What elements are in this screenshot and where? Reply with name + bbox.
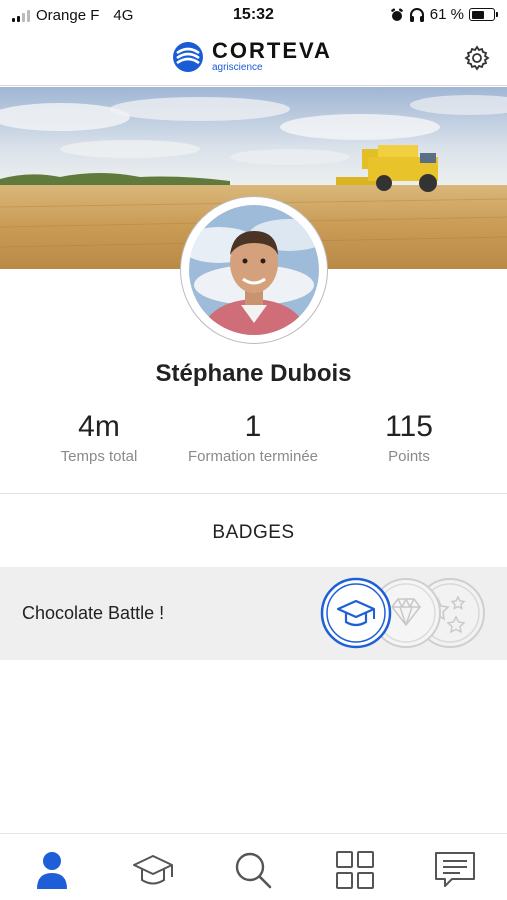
profile-stats: 4m Temps total 1 Formation terminée 115 …: [0, 410, 507, 470]
battery-icon: [469, 8, 498, 21]
stat-value: 4m: [78, 410, 120, 443]
headphones-icon: [409, 7, 424, 22]
stat-completed-training: 1 Formation terminée: [168, 410, 338, 465]
stat-value: 1: [244, 410, 262, 443]
logo-name: CORTEVA: [212, 38, 332, 63]
alarm-icon: [390, 7, 403, 21]
nav-training[interactable]: [131, 848, 175, 892]
corteva-logo-icon: [173, 41, 203, 72]
user-name: Stéphane Dubois: [155, 360, 352, 387]
badge-name: Chocolate Battle !: [22, 603, 165, 623]
badge-row[interactable]: Chocolate Battle !: [0, 567, 507, 660]
stat-label: Formation terminée: [187, 448, 319, 465]
stat-total-time: 4m Temps total: [14, 410, 184, 465]
logo-subtitle: agriscience: [212, 62, 263, 73]
stat-label: Temps total: [60, 448, 138, 465]
avatar-ring: [180, 196, 328, 344]
search-icon: [235, 852, 272, 889]
bottom-nav: [0, 833, 507, 900]
status-right: 61 %: [390, 6, 498, 23]
app-header: CORTEVA agriscience: [0, 32, 507, 86]
nav-messages[interactable]: [433, 848, 477, 892]
settings-button[interactable]: [463, 44, 491, 72]
profile-icon: [37, 852, 67, 889]
gear-icon: [464, 45, 490, 71]
avatar[interactable]: [189, 205, 319, 335]
divider: [0, 493, 507, 494]
nav-profile[interactable]: [30, 848, 74, 892]
battery-percent: 61 %: [429, 6, 464, 23]
messages-icon: [435, 852, 475, 887]
graduation-cap-icon: [320, 577, 392, 649]
stat-value: 115: [385, 410, 433, 443]
stat-label: Points: [388, 448, 430, 465]
grid-icon: [336, 851, 374, 889]
nav-catalog[interactable]: [333, 848, 377, 892]
badges-title: BADGES: [212, 522, 295, 543]
nav-search[interactable]: [231, 848, 275, 892]
status-bar: Orange F 4G 15:32 61 %: [0, 0, 507, 32]
corteva-logo: CORTEVA agriscience: [172, 40, 332, 73]
stat-points: 115 Points: [324, 410, 494, 465]
graduation-cap-icon: [133, 855, 173, 885]
